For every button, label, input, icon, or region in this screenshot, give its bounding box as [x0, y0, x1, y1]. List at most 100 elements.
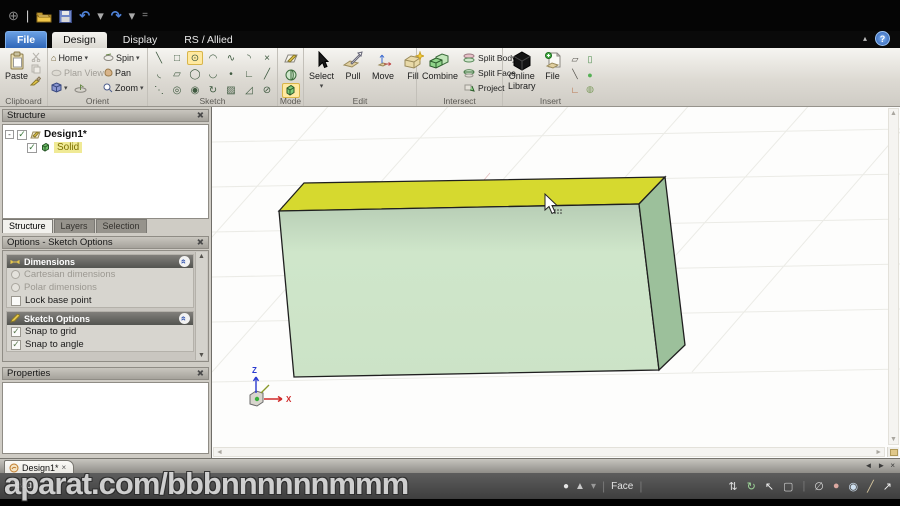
sweep-arc-icon[interactable]: ◡: [205, 67, 221, 81]
tab-selection[interactable]: Selection: [95, 219, 147, 233]
pan-arrow-icon[interactable]: ↗: [883, 480, 892, 493]
redo-dropdown-icon[interactable]: ▾: [129, 9, 136, 23]
spin-button[interactable]: Spin ▾: [103, 50, 147, 65]
snap-grid-checkbox[interactable]: ✓: [11, 326, 21, 337]
snap-dropdown-icon[interactable]: ▾: [591, 481, 596, 492]
combine-button[interactable]: Combine: [420, 50, 460, 95]
lock-base-checkbox[interactable]: [11, 295, 21, 306]
cartesian-dimensions-option[interactable]: Cartesian dimensions: [7, 268, 193, 281]
axis-icon[interactable]: ╲: [568, 67, 583, 82]
move-button[interactable]: Move: [370, 50, 396, 92]
polar-dimensions-option[interactable]: Polar dimensions: [7, 281, 193, 294]
snap-sphere-icon[interactable]: ●: [563, 481, 569, 492]
insert-file-button[interactable]: File: [542, 50, 564, 97]
reference-line-icon[interactable]: ⋱: [151, 83, 167, 97]
spline-icon[interactable]: ∿: [223, 51, 239, 65]
pin-icon[interactable]: ✚: [194, 367, 206, 380]
format-painter-icon[interactable]: [30, 76, 42, 86]
view-cube-icon[interactable]: [51, 82, 62, 93]
zoom-button[interactable]: Zoom ▾: [103, 80, 147, 95]
circle-icon[interactable]: ⊙: [187, 51, 203, 65]
tab-file[interactable]: File: [5, 31, 48, 48]
bend-icon[interactable]: ◿: [241, 83, 257, 97]
options-scrollbar[interactable]: ▲ ▼: [195, 252, 207, 360]
viewport-vscrollbar[interactable]: ▲ ▼: [888, 108, 899, 445]
doc-nav-close-icon[interactable]: ×: [890, 461, 895, 470]
chamfer-icon[interactable]: ∟: [241, 67, 257, 81]
collapse-dimensions-icon[interactable]: «: [179, 256, 190, 267]
section-mode-button[interactable]: [282, 67, 300, 82]
snap-triangle-icon[interactable]: ▲: [575, 481, 585, 492]
pan-button[interactable]: Pan: [103, 65, 147, 80]
tab-rs-allied[interactable]: RS / Allied: [173, 32, 243, 48]
rotate-arc-icon[interactable]: ↻: [205, 83, 221, 97]
open-icon[interactable]: [36, 10, 52, 23]
rectangle-icon[interactable]: □: [169, 51, 185, 65]
pin-icon[interactable]: ✚: [194, 109, 206, 122]
scroll-right-icon[interactable]: ►: [875, 449, 882, 456]
select-dropdown-icon[interactable]: ▾: [320, 82, 324, 92]
select-button[interactable]: Select ▾: [307, 50, 336, 92]
help-icon[interactable]: ?: [875, 31, 890, 46]
scroll-down-icon[interactable]: ▼: [890, 436, 897, 443]
dimensions-section-header[interactable]: Dimensions «: [7, 255, 193, 268]
line-icon[interactable]: ╲: [151, 51, 167, 65]
box-select-icon[interactable]: ▢: [783, 480, 793, 493]
scroll-down-icon[interactable]: ▼: [198, 352, 205, 359]
app-menu-icon[interactable]: ⊕: [8, 9, 19, 23]
plane-icon[interactable]: ▱: [568, 52, 583, 67]
sphere-icon[interactable]: ●: [583, 67, 598, 82]
tab-design[interactable]: Design: [52, 32, 107, 48]
snap-to-grid-option[interactable]: ✓ Snap to grid: [7, 325, 193, 338]
tree-row-solid[interactable]: ✓ Solid: [5, 141, 206, 154]
design-checkbox[interactable]: ✓: [17, 129, 27, 140]
sketch-options-section-header[interactable]: Sketch Options «: [7, 312, 193, 325]
spin-updown-icon[interactable]: ⇅: [728, 480, 737, 493]
polygon-icon[interactable]: ▱: [169, 67, 185, 81]
axes-icon[interactable]: ∟: [568, 82, 583, 97]
plan-view-button[interactable]: Plan View: [51, 65, 104, 80]
polar-radio[interactable]: [11, 283, 20, 292]
tree-expander-icon[interactable]: -: [5, 130, 14, 139]
doc-nav-forward-icon[interactable]: ►: [877, 461, 885, 470]
scroll-left-icon[interactable]: ◄: [216, 449, 223, 456]
point-icon[interactable]: •: [223, 67, 239, 81]
design-node-label[interactable]: Design1*: [44, 129, 87, 140]
tree-row-design[interactable]: - ✓ Design1*: [5, 128, 206, 141]
select-cursor-icon[interactable]: ↖: [765, 480, 774, 493]
minimize-ribbon-icon[interactable]: ▴: [863, 34, 867, 43]
corner-arc-icon[interactable]: ◝: [241, 51, 257, 65]
redo-icon[interactable]: ↷: [111, 9, 122, 23]
orbit-icon[interactable]: ↻: [747, 480, 756, 493]
customize-toolbar-icon[interactable]: =: [142, 9, 148, 23]
online-library-button[interactable]: Online Library: [506, 50, 538, 97]
viewport-3d[interactable]: Z X ▲ ▼ ◄ ►: [91, 101, 900, 458]
display-style-icon[interactable]: ∅: [814, 480, 824, 493]
cut-icon[interactable]: [30, 52, 41, 62]
scroll-up-icon[interactable]: ▲: [890, 110, 897, 117]
undo-dropdown-icon[interactable]: ▾: [97, 9, 104, 23]
collapse-sketch-options-icon[interactable]: «: [179, 313, 190, 324]
pin-icon[interactable]: ✚: [194, 236, 206, 249]
scroll-up-icon[interactable]: ▲: [198, 253, 205, 260]
cylinder-icon[interactable]: ▯: [583, 52, 598, 67]
box-front-face[interactable]: [278, 203, 660, 378]
render-sphere-icon[interactable]: ●: [833, 480, 840, 492]
solid-checkbox[interactable]: ✓: [27, 142, 37, 153]
concentric-circle-icon[interactable]: ◉: [187, 83, 203, 97]
tab-display[interactable]: Display: [112, 32, 168, 48]
home-button[interactable]: ⌂ Home ▾: [51, 50, 103, 65]
tangent-arc-icon[interactable]: ◠: [205, 51, 221, 65]
undo-icon[interactable]: ↶: [79, 9, 90, 23]
tab-layers[interactable]: Layers: [53, 219, 95, 233]
lock-base-point-option[interactable]: Lock base point: [7, 294, 193, 307]
viewport-hscrollbar[interactable]: ◄ ►: [213, 447, 885, 457]
solid-node-label[interactable]: Solid: [54, 142, 83, 153]
measure-icon[interactable]: ╱: [867, 480, 874, 493]
split-curve-icon[interactable]: ⊘: [259, 83, 275, 97]
save-icon[interactable]: [59, 9, 73, 23]
ellipse-icon[interactable]: ◯: [187, 67, 203, 81]
shell-icon[interactable]: ◍: [583, 82, 598, 97]
snap-angle-checkbox[interactable]: ✓: [11, 339, 21, 350]
doc-nav-back-icon[interactable]: ◄: [864, 461, 872, 470]
